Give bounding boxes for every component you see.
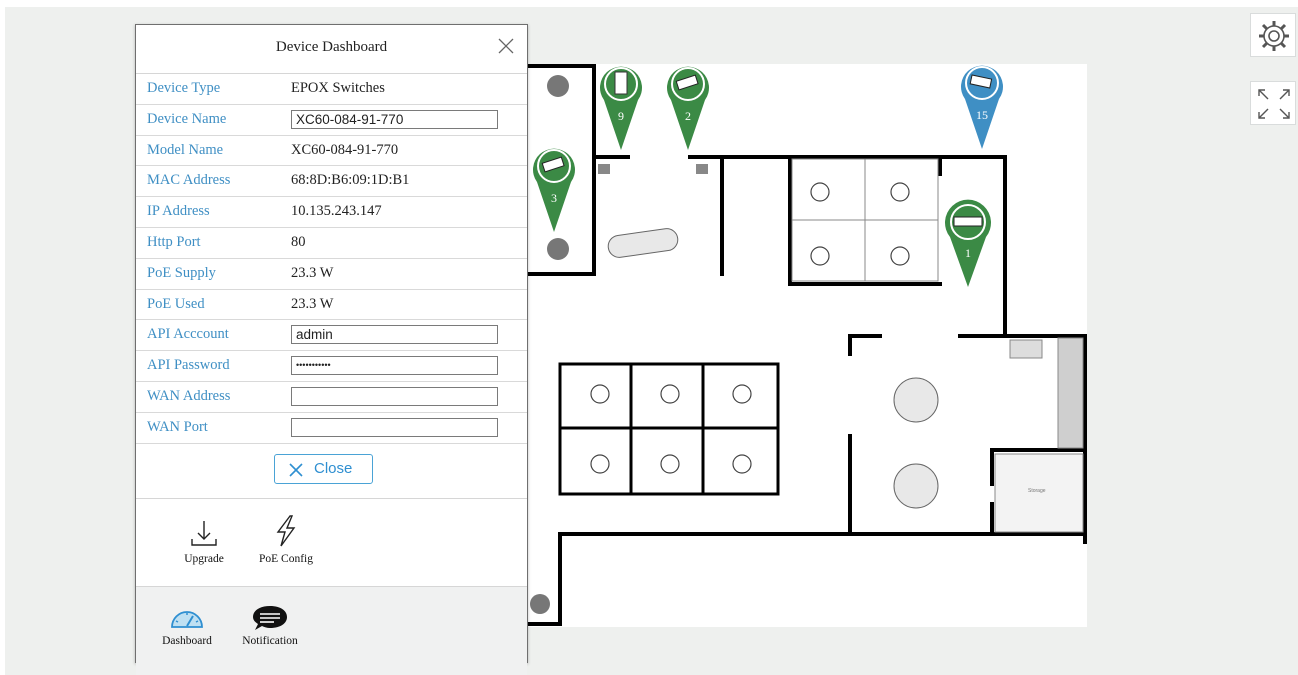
storage-label: Storage [1028, 488, 1046, 494]
device-dashboard-dialog: Device Dashboard Device Type EPOX Switch… [135, 24, 528, 675]
field-label: MAC Address [147, 172, 231, 189]
row-device-name: Device Name XC60-084-91-770 [136, 105, 527, 136]
wan-address-input[interactable] [291, 386, 498, 406]
poe-config-label: PoE Config [259, 552, 313, 565]
gear-icon [1259, 21, 1289, 51]
poe-config-tool[interactable]: PoE Config [248, 513, 324, 565]
dialog-title: Device Dashboard [275, 39, 388, 55]
field-label: Http Port [147, 233, 201, 250]
wan-port-input[interactable] [291, 417, 498, 437]
field-label: IP Address [147, 203, 210, 220]
field-label: WAN Port [147, 418, 208, 435]
tools-panel: Upgrade PoE Config [136, 499, 527, 587]
dialog-header: Device Dashboard [136, 25, 527, 74]
marker-number: 15 [976, 108, 988, 122]
close-button[interactable]: Close [274, 453, 373, 484]
close-button-label: Close [314, 459, 353, 477]
model-name-value: XC60-084-91-770 [291, 141, 399, 158]
row-poe-used: PoE Used 23.3 W [136, 290, 527, 321]
notification-tab[interactable]: Notification [232, 603, 308, 647]
marker-device-2[interactable]: 2 [665, 62, 711, 152]
chat-bubble-icon [253, 605, 287, 630]
ip-address-value: 10.135.243.147 [291, 203, 382, 220]
upgrade-tool[interactable]: Upgrade [166, 517, 242, 565]
row-api-account: API Acccount admin [136, 320, 527, 352]
device-name-input[interactable]: XC60-084-91-770 [291, 109, 498, 129]
download-icon [191, 520, 217, 546]
marker-device-3[interactable]: 3 [531, 144, 577, 234]
marker-device-15[interactable]: 15 [959, 61, 1005, 151]
close-icon[interactable] [497, 37, 515, 55]
close-area: Close [136, 444, 527, 499]
dashboard-label: Dashboard [162, 634, 212, 647]
row-wan-port: WAN Port [136, 413, 527, 444]
field-label: Device Type [147, 80, 221, 96]
row-device-type: Device Type EPOX Switches [136, 74, 527, 105]
settings-button[interactable] [1250, 13, 1296, 57]
row-mac-address: MAC Address 68:8D:B6:09:1D:B1 [136, 166, 527, 198]
device-type-value: EPOX Switches [291, 80, 385, 96]
dashboard-tab[interactable]: Dashboard [150, 605, 224, 647]
field-label: PoE Supply [147, 264, 216, 281]
lightning-icon [276, 514, 296, 546]
speedometer-icon [171, 610, 203, 628]
row-http-port: Http Port 80 [136, 228, 527, 259]
dialog-footer: Dashboard Notification [136, 586, 527, 675]
row-model-name: Model Name XC60-084-91-770 [136, 136, 527, 167]
upgrade-label: Upgrade [184, 552, 224, 565]
field-label: PoE Used [147, 295, 205, 312]
marker-device-1[interactable]: 1 [943, 199, 993, 289]
row-poe-supply: PoE Supply 23.3 W [136, 259, 527, 290]
api-password-input[interactable]: ••••••••••• [291, 356, 498, 376]
close-icon [289, 462, 303, 477]
row-api-password: API Password ••••••••••• [136, 351, 527, 382]
field-label: Model Name [147, 141, 224, 158]
marker-number: 2 [685, 109, 691, 123]
mac-address-value: 68:8D:B6:09:1D:B1 [291, 172, 410, 189]
notification-label: Notification [242, 634, 298, 647]
marker-number: 9 [618, 109, 624, 123]
marker-number: 1 [965, 246, 971, 260]
http-port-value: 80 [291, 233, 306, 250]
marker-number: 3 [551, 191, 557, 205]
poe-used-value: 23.3 W [291, 295, 334, 312]
field-label: API Acccount [147, 326, 229, 343]
field-label: WAN Address [147, 387, 231, 404]
marker-device-9[interactable]: 9 [598, 62, 644, 152]
field-label: API Password [147, 357, 230, 374]
expand-icon [1258, 89, 1290, 119]
poe-supply-value: 23.3 W [291, 264, 334, 281]
field-label: Device Name [147, 110, 227, 127]
api-account-input[interactable]: admin [291, 325, 498, 345]
row-ip-address: IP Address 10.135.243.147 [136, 197, 527, 228]
row-wan-address: WAN Address [136, 382, 527, 413]
fullscreen-button[interactable] [1250, 81, 1296, 125]
